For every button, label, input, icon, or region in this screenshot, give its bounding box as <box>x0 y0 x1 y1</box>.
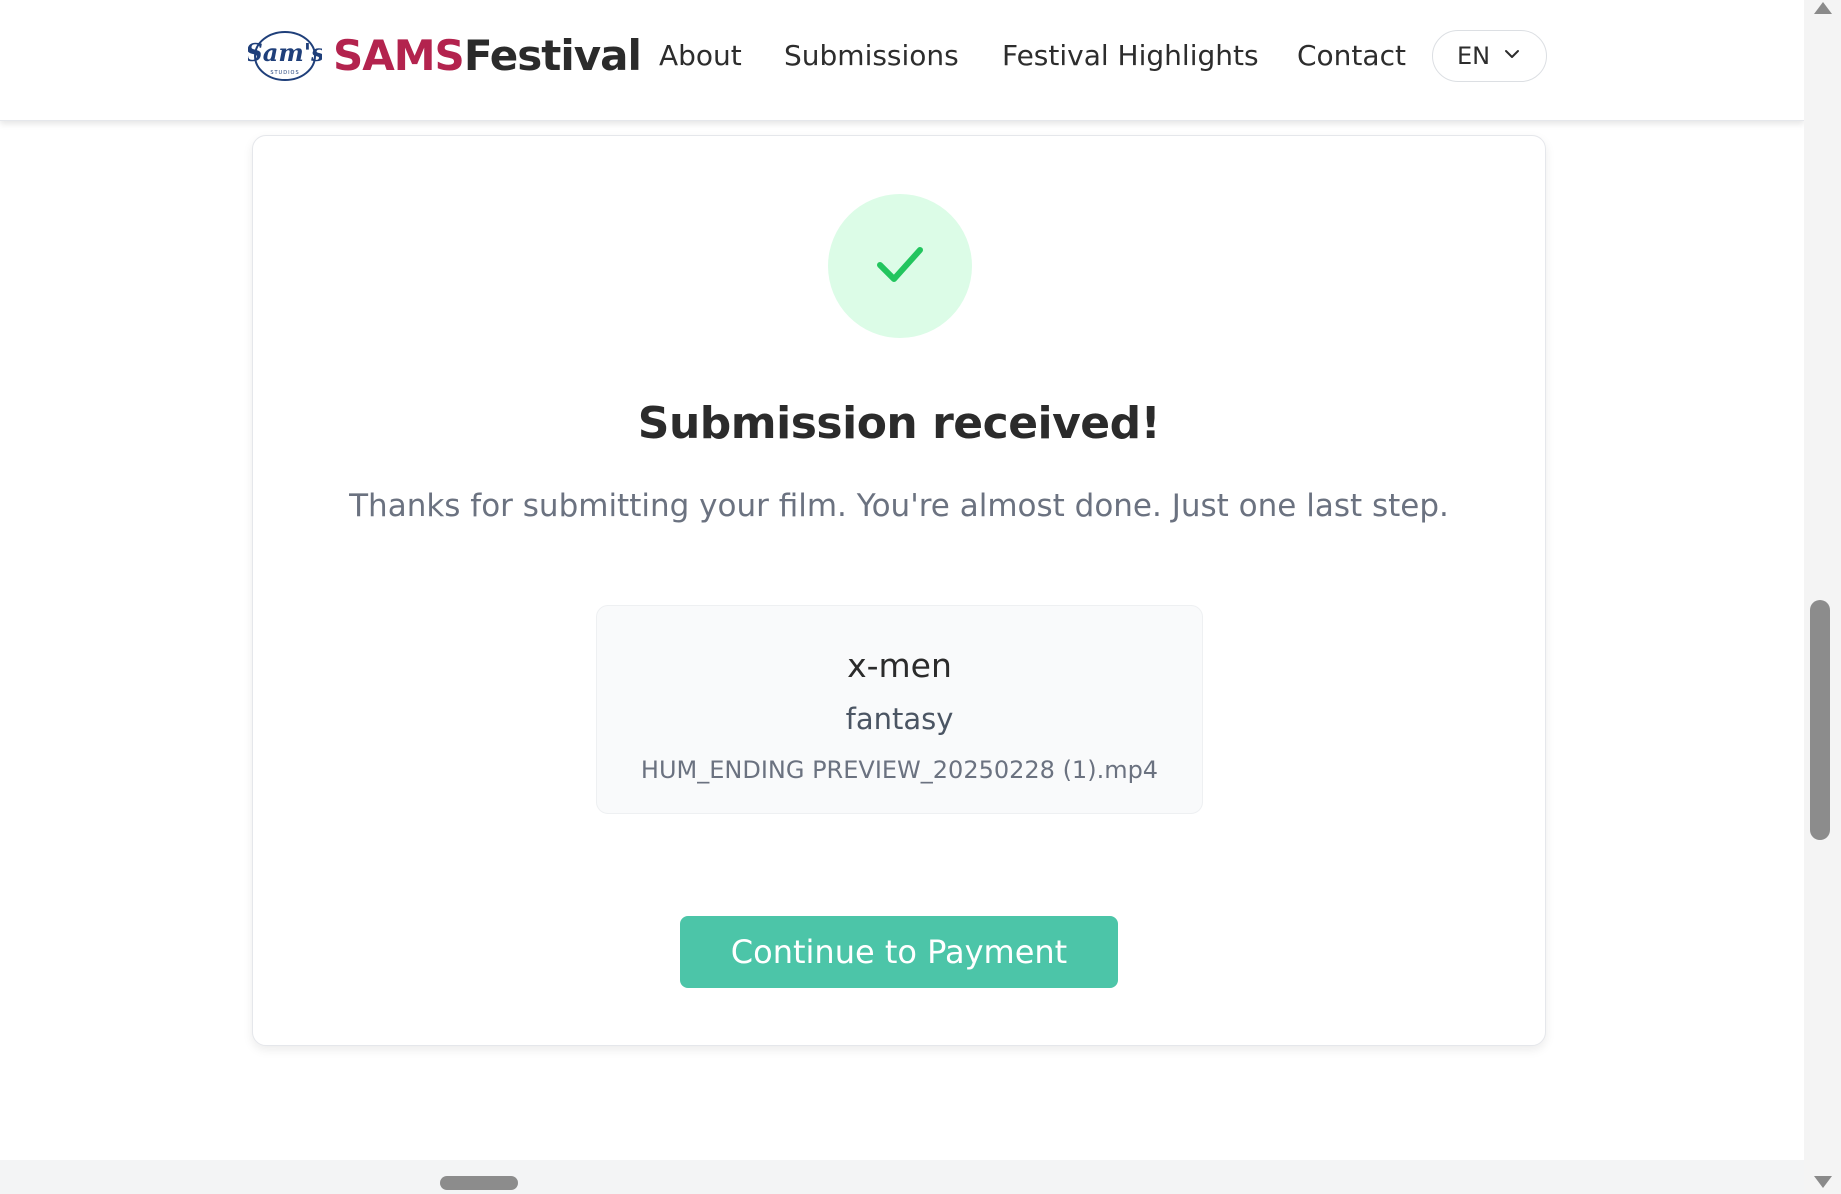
nav-about[interactable]: About <box>659 34 742 78</box>
scroll-up-arrow-icon[interactable] <box>1814 2 1832 14</box>
check-icon <box>870 234 930 298</box>
language-label: EN <box>1456 42 1491 70</box>
confirmation-title: Submission received! <box>637 398 1161 449</box>
vertical-scrollbar[interactable] <box>1804 0 1841 1194</box>
sams-logo[interactable]: Sam's STUDIOS <box>245 28 325 84</box>
film-title: x-men <box>847 646 952 685</box>
language-selector[interactable]: EN <box>1432 30 1547 82</box>
svg-text:STUDIOS: STUDIOS <box>270 70 299 76</box>
film-file-name: HUM_ENDING PREVIEW_20250228 (1).mp4 <box>640 756 1159 784</box>
scroll-down-arrow-icon[interactable] <box>1814 1176 1832 1188</box>
film-genre: fantasy <box>845 702 954 736</box>
continue-to-payment-button[interactable]: Continue to Payment <box>680 916 1118 988</box>
svg-text:Sam's: Sam's <box>248 38 322 67</box>
nav-festival-highlights[interactable]: Festival Highlights <box>1002 34 1259 78</box>
brand-festival: Festival <box>463 31 642 80</box>
vertical-scrollbar-thumb[interactable] <box>1810 600 1830 840</box>
chevron-down-icon <box>1502 42 1522 70</box>
page-viewport: Sam's STUDIOS SAMSFestival About Submiss… <box>0 0 1804 1194</box>
success-badge <box>828 194 972 338</box>
nav-submissions[interactable]: Submissions <box>784 34 959 78</box>
horizontal-scrollbar-track[interactable] <box>0 1160 1804 1194</box>
brand-sams: SAMS <box>333 31 465 80</box>
confirmation-message: Thanks for submitting your film. You're … <box>349 488 1449 524</box>
brand-name[interactable]: SAMSFestival <box>333 28 642 84</box>
site-header: Sam's STUDIOS SAMSFestival About Submiss… <box>0 0 1804 121</box>
horizontal-scrollbar-thumb[interactable] <box>440 1176 518 1190</box>
submission-summary: x-men fantasy HUM_ENDING PREVIEW_2025022… <box>596 605 1203 814</box>
confirmation-card: Submission received! Thanks for submitti… <box>252 135 1546 1046</box>
nav-contact[interactable]: Contact <box>1297 34 1406 78</box>
